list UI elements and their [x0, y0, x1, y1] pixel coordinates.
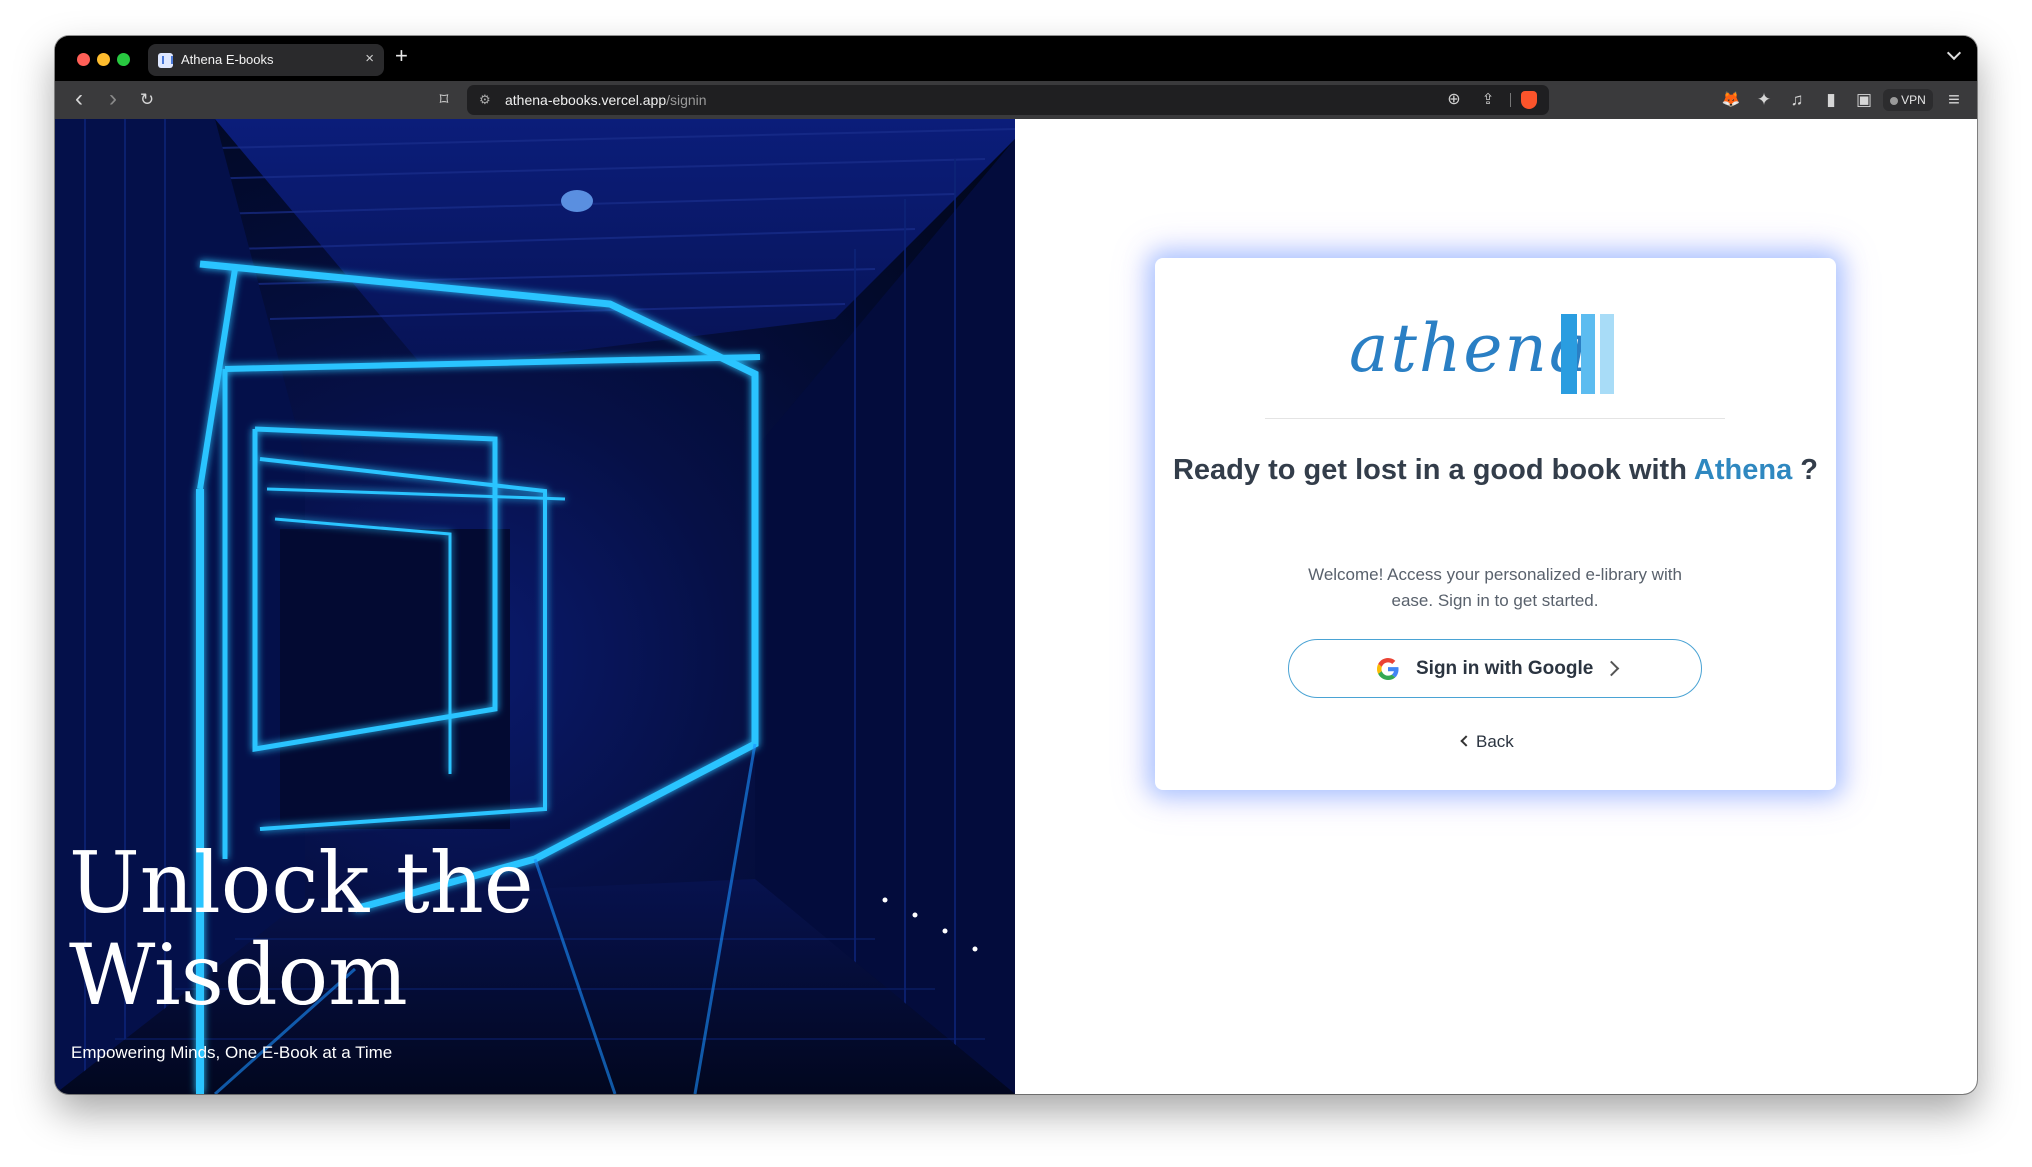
tab-title: Athena E-books [181, 52, 274, 67]
tab-close-icon[interactable]: × [365, 50, 374, 68]
google-g-icon [1377, 658, 1399, 680]
browser-window: Athena E-books × + ‹ › ↻ ⌑ ⚙ athena-eboo… [55, 36, 1977, 1094]
hero-image-panel: Unlock the Wisdom Empowering Minds, One … [55, 119, 1015, 1094]
heading-text-part1: Ready to get lost in a good book with [1172, 454, 1694, 486]
forward-arrow-icon[interactable]: › [102, 87, 124, 111]
url-text[interactable]: athena-ebooks.vercel.app/signin [505, 92, 707, 108]
address-bar[interactable]: ⚙ athena-ebooks.vercel.app/signin ⊕ ⇪ [467, 85, 1549, 115]
metamask-fox-icon[interactable]: 🦊 [1720, 89, 1742, 111]
back-label: Back [1476, 732, 1514, 751]
card-description: Welcome! Access your personalized e-libr… [1308, 565, 1682, 610]
site-settings-icon[interactable]: ⚙ [479, 91, 491, 109]
back-arrow-icon[interactable]: ‹ [68, 87, 90, 111]
logo-wordmark: athena [1349, 310, 1591, 387]
chevron-left-icon [1460, 735, 1472, 747]
page-content: Unlock the Wisdom Empowering Minds, One … [55, 119, 1977, 1094]
browser-toolbar: ‹ › ↻ ⌑ ⚙ athena-ebooks.vercel.app/signi… [55, 81, 1977, 119]
card-heading: Ready to get lost in a good book with At… [1155, 450, 1836, 490]
tab-list-chevron-down-icon[interactable] [1946, 45, 1962, 61]
back-link[interactable]: Back [1460, 732, 1514, 752]
sign-in-with-google-button[interactable]: Sign in with Google [1288, 639, 1702, 698]
bookmark-icon[interactable]: ⌑ [433, 89, 455, 111]
vpn-button[interactable]: VPN [1883, 89, 1933, 111]
url-path: /signin [666, 92, 707, 108]
new-tab-button[interactable]: + [395, 42, 408, 70]
google-button-label: Sign in with Google [1416, 658, 1594, 679]
athena-logo: athena [1349, 310, 1649, 400]
close-window-button[interactable] [77, 53, 90, 66]
brave-shields-icon[interactable] [1521, 91, 1537, 109]
vpn-status-dot-icon [1890, 97, 1899, 105]
address-separator [1510, 93, 1511, 107]
share-icon[interactable]: ⇪ [1477, 89, 1499, 111]
vpn-label: VPN [1901, 93, 1926, 107]
hero-subtitle: Empowering Minds, One E-Book at a Time [71, 1043, 393, 1062]
hamburger-menu-icon[interactable]: ≡ [1943, 89, 1965, 111]
browser-tab-active[interactable]: Athena E-books × [148, 44, 384, 76]
site-favicon-icon [158, 53, 173, 68]
tab-bar: Athena E-books × + [55, 36, 1977, 81]
extensions-puzzle-icon[interactable]: ✦ [1753, 89, 1775, 111]
heading-text-part2: ? [1792, 454, 1818, 486]
minimize-window-button[interactable] [97, 53, 110, 66]
heading-brand-name: Athena [1693, 454, 1793, 486]
media-music-icon[interactable]: ♫ [1786, 89, 1808, 111]
maximize-window-button[interactable] [117, 53, 130, 66]
reload-icon[interactable]: ↻ [136, 89, 158, 111]
sidebar-toggle-icon[interactable]: ▮ [1820, 89, 1842, 111]
url-host: athena-ebooks.vercel.app [505, 92, 667, 108]
chevron-right-icon [1603, 660, 1620, 677]
wallet-icon[interactable]: ▣ [1853, 89, 1875, 111]
zoom-icon[interactable]: ⊕ [1443, 89, 1465, 111]
card-divider [1265, 418, 1725, 419]
hero-title: Unlock the Wisdom [69, 834, 534, 1024]
signin-card: athena Ready to get lost in a good book … [1155, 258, 1836, 790]
